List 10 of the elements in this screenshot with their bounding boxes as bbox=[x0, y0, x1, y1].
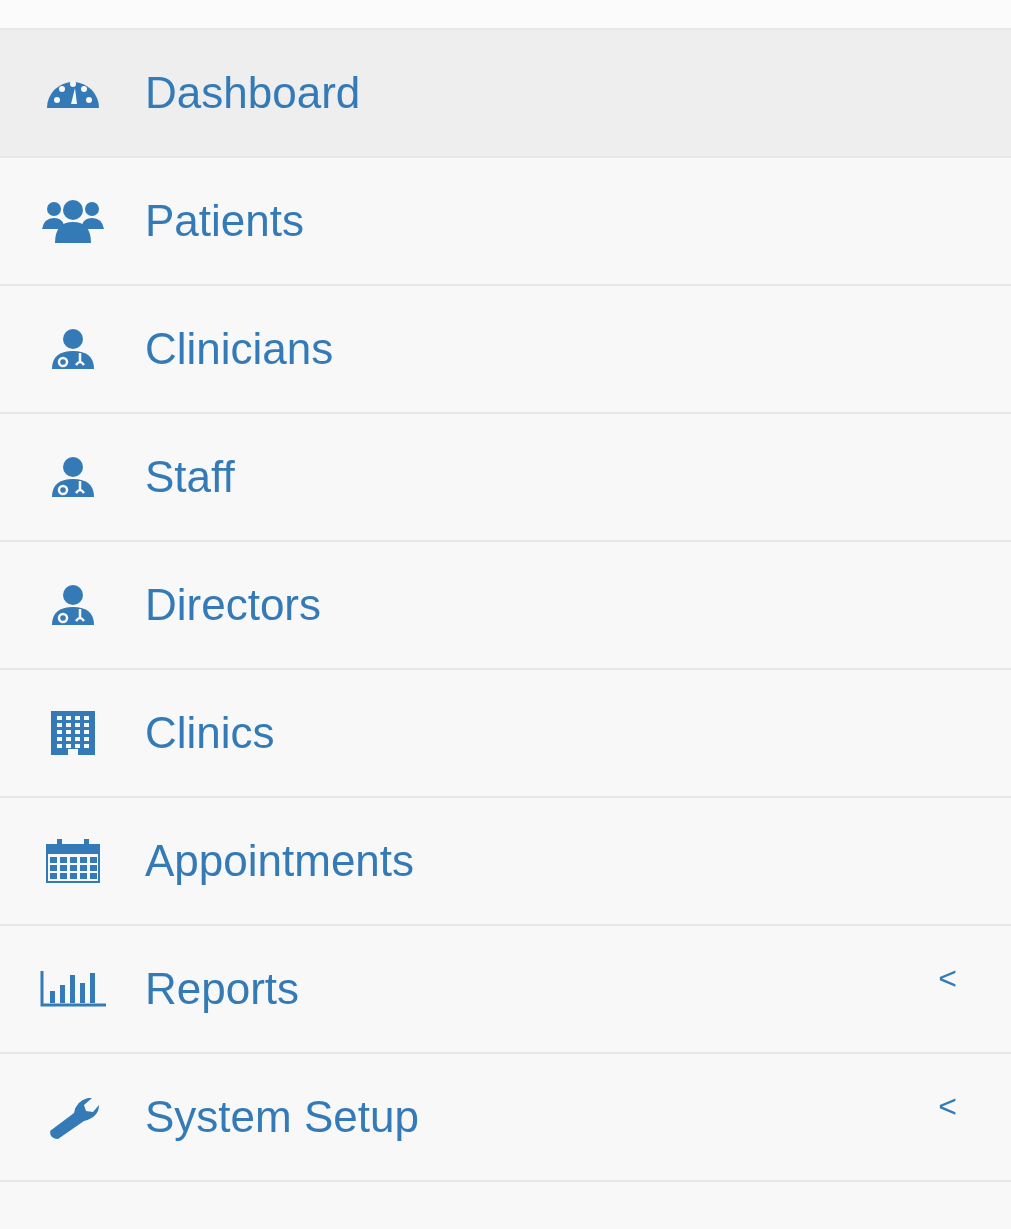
building-icon bbox=[50, 711, 95, 755]
doctor-icon bbox=[49, 329, 96, 369]
chevron-icon[interactable]: < bbox=[938, 962, 957, 994]
sidebar-item[interactable]: Dashboard bbox=[0, 30, 1011, 158]
doctor-icon bbox=[49, 457, 96, 497]
calendar-icon bbox=[45, 839, 100, 883]
doctor-icon bbox=[49, 585, 96, 625]
users-icon bbox=[41, 199, 104, 243]
chevron-icon[interactable]: < bbox=[938, 1090, 957, 1122]
bar-chart-icon bbox=[39, 971, 106, 1007]
